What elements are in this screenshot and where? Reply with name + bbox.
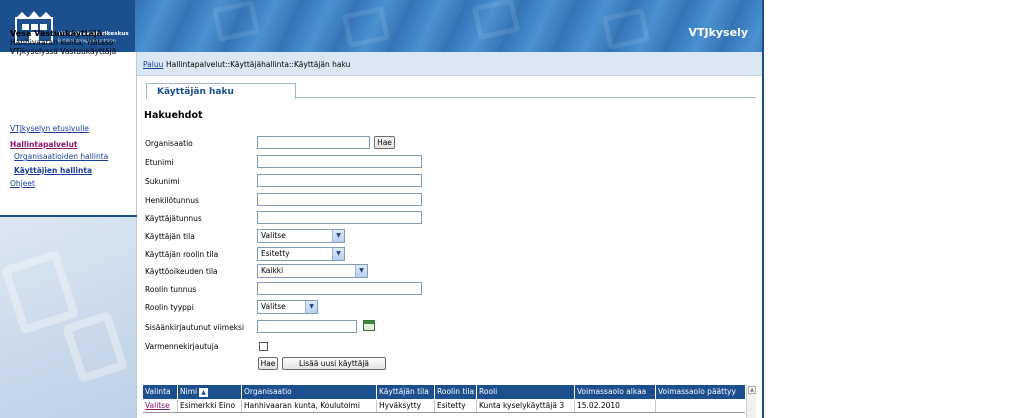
- column-header-role[interactable]: Rooli: [477, 385, 575, 399]
- sidebar: [0, 52, 137, 418]
- label-user-state: Käyttäjän tila: [145, 232, 195, 241]
- column-header-valid-to[interactable]: Voimassaolo päättyy: [656, 385, 745, 399]
- breadcrumb-path: Hallintapalvelut::Käyttäjähallinta::Käyt…: [166, 60, 351, 69]
- tab-user-search[interactable]: Käyttäjän haku: [146, 83, 296, 99]
- access-state-select[interactable]: Kaikki ▼: [257, 264, 368, 278]
- cell-name: Esimerkki Eino: [178, 400, 242, 412]
- decor-shape: [0, 249, 80, 335]
- org-search-button[interactable]: Hae: [374, 136, 395, 149]
- cell-role: Kunta kyselykäyttäjä 3: [477, 400, 575, 412]
- cell-valid-to: [656, 400, 745, 412]
- decor-shape: [601, 8, 651, 50]
- last-login-input[interactable]: [257, 320, 357, 333]
- column-header-name[interactable]: Nimi ▲: [178, 385, 242, 399]
- decor-shape: [61, 310, 129, 384]
- column-header-select: Valinta: [143, 385, 178, 399]
- label-certificate-login: Varmennekirjautuja: [145, 342, 219, 351]
- search-button[interactable]: Hae: [258, 357, 278, 370]
- label-role-id: Roolin tunnus: [145, 285, 197, 294]
- label-access-state: Käyttöoikeuden tila: [145, 267, 218, 276]
- sidebar-link-admin[interactable]: Hallintapalvelut: [10, 140, 78, 149]
- sidebar-decor: [0, 217, 137, 418]
- last-name-input[interactable]: [257, 174, 422, 187]
- label-last-login: Sisäänkirjautunut viimeksi: [145, 323, 245, 332]
- scroll-up-icon[interactable]: ▲: [748, 386, 756, 394]
- cell-role-state: Esitetty: [435, 400, 477, 412]
- sidebar-link-help[interactable]: Ohjeet: [10, 179, 35, 188]
- column-header-name-label: Nimi: [180, 387, 198, 396]
- sidebar-user-area: [0, 52, 137, 217]
- back-link[interactable]: Paluu: [143, 60, 163, 69]
- app-title: VTJkysely: [688, 26, 748, 39]
- role-type-value: Valitse: [261, 302, 286, 311]
- chevron-down-icon: ▼: [332, 248, 344, 260]
- vertical-scrollbar[interactable]: ▲: [746, 385, 756, 418]
- role-type-select[interactable]: Valitse ▼: [257, 300, 318, 314]
- cell-organisation: Hanhivaaran kunta, Koulutoimi: [242, 400, 377, 412]
- sort-asc-icon: ▲: [199, 388, 209, 397]
- results-table: Valinta Nimi ▲ Organisaatio Käyttäjän til…: [143, 385, 756, 418]
- cell-user-state: Hyväksytty: [377, 400, 435, 412]
- app-frame: Väestörekisterikeskus Befolkningsregiste…: [0, 0, 764, 418]
- column-header-valid-from[interactable]: Voimassaolo alkaa: [575, 385, 656, 399]
- label-last-name: Sukunimi: [145, 177, 180, 186]
- decor-shape: [471, 0, 521, 40]
- user-name: Vesa Vastuukäyttäjä: [10, 29, 103, 38]
- decor-shape: [211, 0, 261, 42]
- label-role-state: Käyttäjän roolin tila: [145, 250, 219, 259]
- sidebar-link-home[interactable]: VTJkyselyn etusivulle: [10, 124, 89, 133]
- column-header-user-state[interactable]: Käyttäjän tila: [377, 385, 435, 399]
- section-title: Hakuehdot: [144, 110, 203, 121]
- column-header-role-state[interactable]: Roolin tila: [435, 385, 477, 399]
- decor-shape: [341, 6, 391, 48]
- row-divider: [143, 412, 745, 413]
- tab-label: Käyttäjän haku: [157, 87, 234, 97]
- access-state-value: Kaikki: [261, 266, 284, 275]
- empty-area: [766, 0, 1024, 418]
- label-organisation: Organisaatio: [145, 139, 193, 148]
- label-username: Käyttäjätunnus: [145, 214, 202, 223]
- certificate-login-checkbox[interactable]: [259, 342, 268, 351]
- personal-id-input[interactable]: [257, 193, 422, 206]
- username-input[interactable]: [257, 211, 422, 224]
- tab-underline: [296, 97, 756, 98]
- role-state-value: Esitetty: [261, 249, 290, 258]
- label-role-type: Roolin tyyppi: [145, 303, 194, 312]
- add-user-button[interactable]: Lisää uusi käyttäjä: [282, 357, 386, 370]
- label-first-name: Etunimi: [145, 158, 174, 167]
- calendar-icon[interactable]: [363, 320, 375, 331]
- role-id-input[interactable]: [257, 282, 422, 295]
- chevron-down-icon: ▼: [355, 265, 367, 277]
- row-select-link[interactable]: Valitse: [143, 400, 178, 412]
- user-state-value: Valitse: [261, 231, 286, 240]
- chevron-down-icon: ▼: [305, 301, 317, 313]
- label-personal-id: Henkilötunnus: [145, 196, 199, 205]
- sidebar-link-user-admin[interactable]: Käyttäjien hallinta: [14, 166, 92, 175]
- chevron-down-icon: ▼: [332, 230, 344, 242]
- column-header-organisation[interactable]: Organisaatio: [242, 385, 377, 399]
- table-header: Valinta Nimi ▲ Organisaatio Käyttäjän til…: [143, 385, 745, 399]
- role-state-select[interactable]: Esitetty ▼: [257, 247, 345, 261]
- first-name-input[interactable]: [257, 155, 422, 168]
- user-state-select[interactable]: Valitse ▼: [257, 229, 345, 243]
- breadcrumb: Paluu Hallintapalvelut::Käyttäjähallinta…: [137, 52, 762, 76]
- cell-valid-from: 15.02.2010: [575, 400, 656, 412]
- sidebar-link-org-admin[interactable]: Organisaatioiden hallinta: [14, 152, 108, 161]
- header-pattern: [135, 0, 762, 52]
- user-organisation: Hanhivaaran kunta, Ylätaso VTJkyselyssä …: [10, 38, 117, 56]
- organisation-input[interactable]: [257, 136, 370, 149]
